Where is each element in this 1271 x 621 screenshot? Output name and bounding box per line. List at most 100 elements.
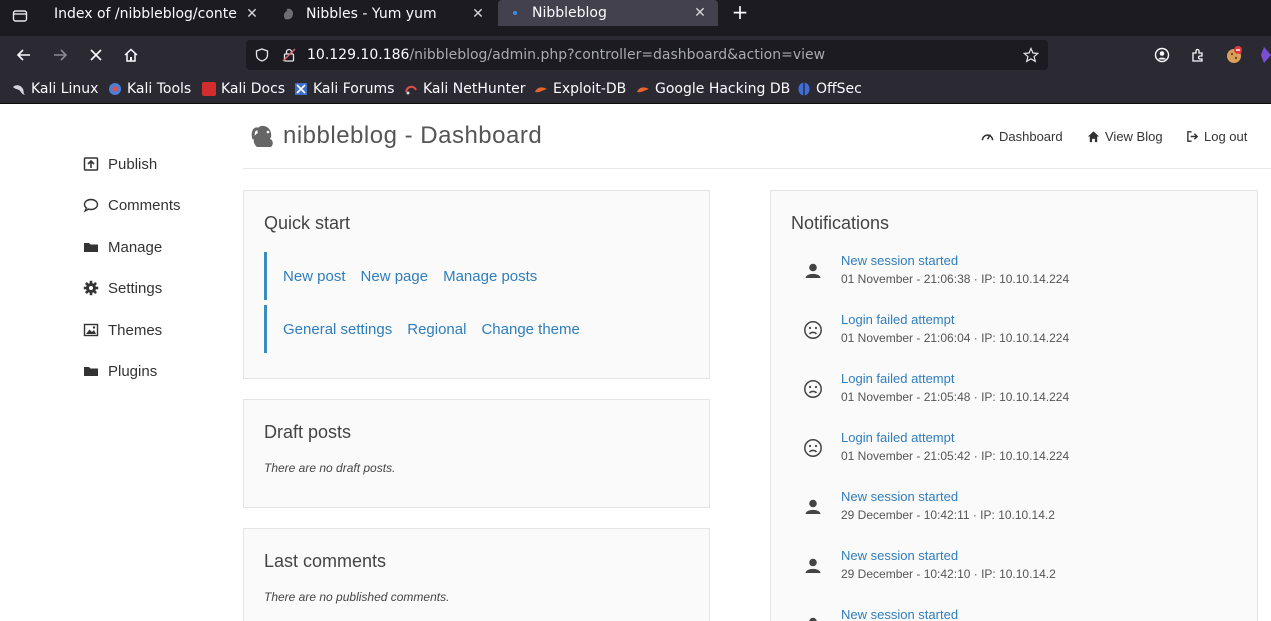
squirrel-favicon-icon	[282, 7, 296, 21]
sidebar-item-plugins[interactable]: Plugins	[82, 360, 157, 382]
bookmark-exploit-db[interactable]: Exploit-DB	[534, 81, 626, 97]
sidebar-item-label: Publish	[108, 155, 158, 173]
notification-item: Login failed attempt 01 November - 21:05…	[791, 430, 1231, 470]
sidebar-item-label: Themes	[108, 321, 163, 339]
regional-link[interactable]: Regional	[407, 321, 466, 338]
notification-title[interactable]: Login failed attempt	[841, 371, 954, 386]
logout-link[interactable]: Log out	[1186, 129, 1247, 144]
quick-start-title: Quick start	[264, 213, 351, 233]
comment-icon	[82, 197, 100, 213]
ghdb-icon	[636, 82, 650, 96]
notification-title[interactable]: New session started	[841, 253, 958, 268]
bookmark-label: Kali Tools	[127, 81, 192, 97]
kali-docs-icon	[202, 82, 216, 96]
loading-favicon-icon	[508, 6, 522, 20]
user-icon	[803, 261, 823, 281]
sidebar-item-manage[interactable]: Manage	[82, 236, 162, 258]
sad-face-icon	[803, 438, 823, 458]
draft-posts-panel: Draft posts There are no draft posts.	[243, 399, 710, 508]
insecure-lock-icon[interactable]	[281, 47, 297, 63]
account-icon[interactable]	[1150, 43, 1174, 67]
last-comments-panel: Last comments There are no published com…	[243, 528, 710, 621]
bookmark-label: Google Hacking DB	[655, 81, 791, 97]
quick-start-row-settings: General settings Regional Change theme	[264, 305, 595, 353]
browser-tab-nibbleblog[interactable]: Nibbleblog ✕	[498, 0, 718, 26]
sidebar-item-label: Comments	[108, 196, 181, 214]
url-bar[interactable]: 10.129.10.186/nibbleblog/admin.php?contr…	[246, 40, 1048, 70]
last-comments-empty-message: There are no published comments.	[264, 590, 450, 604]
sidebar-item-publish[interactable]: Publish	[82, 153, 157, 175]
dashboard-link[interactable]: Dashboard	[981, 129, 1063, 144]
overflow-extension-icon[interactable]	[1256, 43, 1271, 67]
bookmark-offsec[interactable]: OffSec	[797, 81, 862, 97]
tab-list-icon[interactable]	[8, 4, 32, 28]
url-host: 10.129.10.186	[307, 47, 410, 63]
bookmark-kali-nethunter[interactable]: Kali NetHunter	[404, 81, 525, 97]
notification-title[interactable]: New session started	[841, 489, 958, 504]
publish-icon	[82, 156, 100, 172]
gear-icon	[82, 280, 100, 296]
notification-meta: 01 November - 21:06:04 · IP: 10.10.14.22…	[841, 331, 1070, 345]
browser-navigation-bar: 10.129.10.186/nibbleblog/admin.php?contr…	[0, 36, 1271, 74]
bookmark-label: Kali Forums	[313, 81, 395, 97]
back-arrow-icon[interactable]	[12, 43, 36, 67]
quick-start-panel: Quick start New post New page Manage pos…	[243, 190, 710, 379]
sidebar-item-themes[interactable]: Themes	[82, 319, 162, 341]
bookmark-kali-linux[interactable]: Kali Linux	[12, 81, 98, 97]
stop-loading-icon[interactable]	[84, 43, 108, 67]
page-title: nibbleblog - Dashboard	[283, 122, 543, 149]
bookmark-kali-forums[interactable]: Kali Forums	[294, 81, 394, 97]
notification-meta: 01 November - 21:05:48 · IP: 10.10.14.22…	[841, 390, 1070, 404]
notification-title[interactable]: New session started	[841, 548, 958, 563]
shield-icon[interactable]	[254, 47, 270, 63]
folder-icon	[82, 239, 100, 255]
notification-title[interactable]: New session started	[841, 607, 958, 621]
bookmarks-toolbar: Kali Linux Kali Tools Kali Docs Kali For…	[0, 74, 1271, 104]
bookmark-kali-docs[interactable]: Kali Docs	[202, 81, 285, 97]
manage-posts-link[interactable]: Manage posts	[443, 268, 537, 285]
close-icon[interactable]: ✕	[244, 6, 260, 22]
image-icon	[82, 322, 100, 338]
notification-title[interactable]: Login failed attempt	[841, 312, 954, 327]
sad-face-icon	[803, 320, 823, 340]
notification-item: Login failed attempt 01 November - 21:06…	[791, 312, 1231, 352]
forward-arrow-icon[interactable]	[48, 43, 72, 67]
user-icon	[803, 615, 823, 621]
notification-item: New session started 01 November - 21:06:…	[791, 253, 1231, 293]
home-icon[interactable]	[119, 43, 143, 67]
new-tab-plus-icon[interactable]: +	[730, 2, 750, 24]
sidebar-item-comments[interactable]: Comments	[82, 194, 181, 216]
bookmark-label: OffSec	[816, 81, 862, 97]
bookmark-label: Kali NetHunter	[423, 81, 526, 97]
browser-tab-nibbles[interactable]: Nibbles - Yum yum ✕	[272, 0, 496, 28]
logout-icon	[1187, 131, 1199, 142]
notification-item: Login failed attempt 01 November - 21:05…	[791, 371, 1231, 411]
tab-title: Nibbles - Yum yum	[306, 6, 437, 22]
notification-meta: 01 November - 21:05:42 · IP: 10.10.14.22…	[841, 449, 1070, 463]
view-blog-link[interactable]: View Blog	[1087, 129, 1163, 144]
new-page-link[interactable]: New page	[361, 268, 429, 285]
bookmark-star-icon[interactable]	[1023, 47, 1039, 63]
nethunter-icon	[404, 82, 418, 96]
notification-meta: 29 December - 10:42:11 · IP: 10.10.14.2	[841, 508, 1055, 522]
sidebar-item-settings[interactable]: Settings	[82, 277, 162, 299]
dashboard-link-label: Dashboard	[999, 129, 1063, 144]
notification-title[interactable]: Login failed attempt	[841, 430, 954, 445]
draft-posts-empty-message: There are no draft posts.	[264, 461, 396, 475]
close-icon[interactable]: ✕	[470, 6, 486, 22]
general-settings-link[interactable]: General settings	[283, 321, 392, 338]
bookmark-label: Kali Linux	[31, 81, 99, 97]
notification-meta: 01 November - 21:06:38 · IP: 10.10.14.22…	[841, 272, 1070, 286]
sad-face-icon	[803, 379, 823, 399]
bookmark-kali-tools[interactable]: Kali Tools	[108, 81, 191, 97]
notification-item: New session started 29 December - 10:42:…	[791, 489, 1231, 529]
notifications-panel: Notifications New session started 01 Nov…	[770, 190, 1258, 621]
sidebar-item-label: Settings	[108, 279, 163, 297]
new-post-link[interactable]: New post	[283, 268, 346, 285]
change-theme-link[interactable]: Change theme	[481, 321, 579, 338]
cookie-extension-icon[interactable]	[1222, 43, 1246, 67]
extensions-icon[interactable]	[1186, 43, 1210, 67]
close-icon[interactable]: ✕	[692, 5, 708, 21]
browser-tab-index[interactable]: Index of /nibbleblog/content ✕	[44, 0, 270, 28]
bookmark-google-hacking-db[interactable]: Google Hacking DB	[636, 81, 790, 97]
